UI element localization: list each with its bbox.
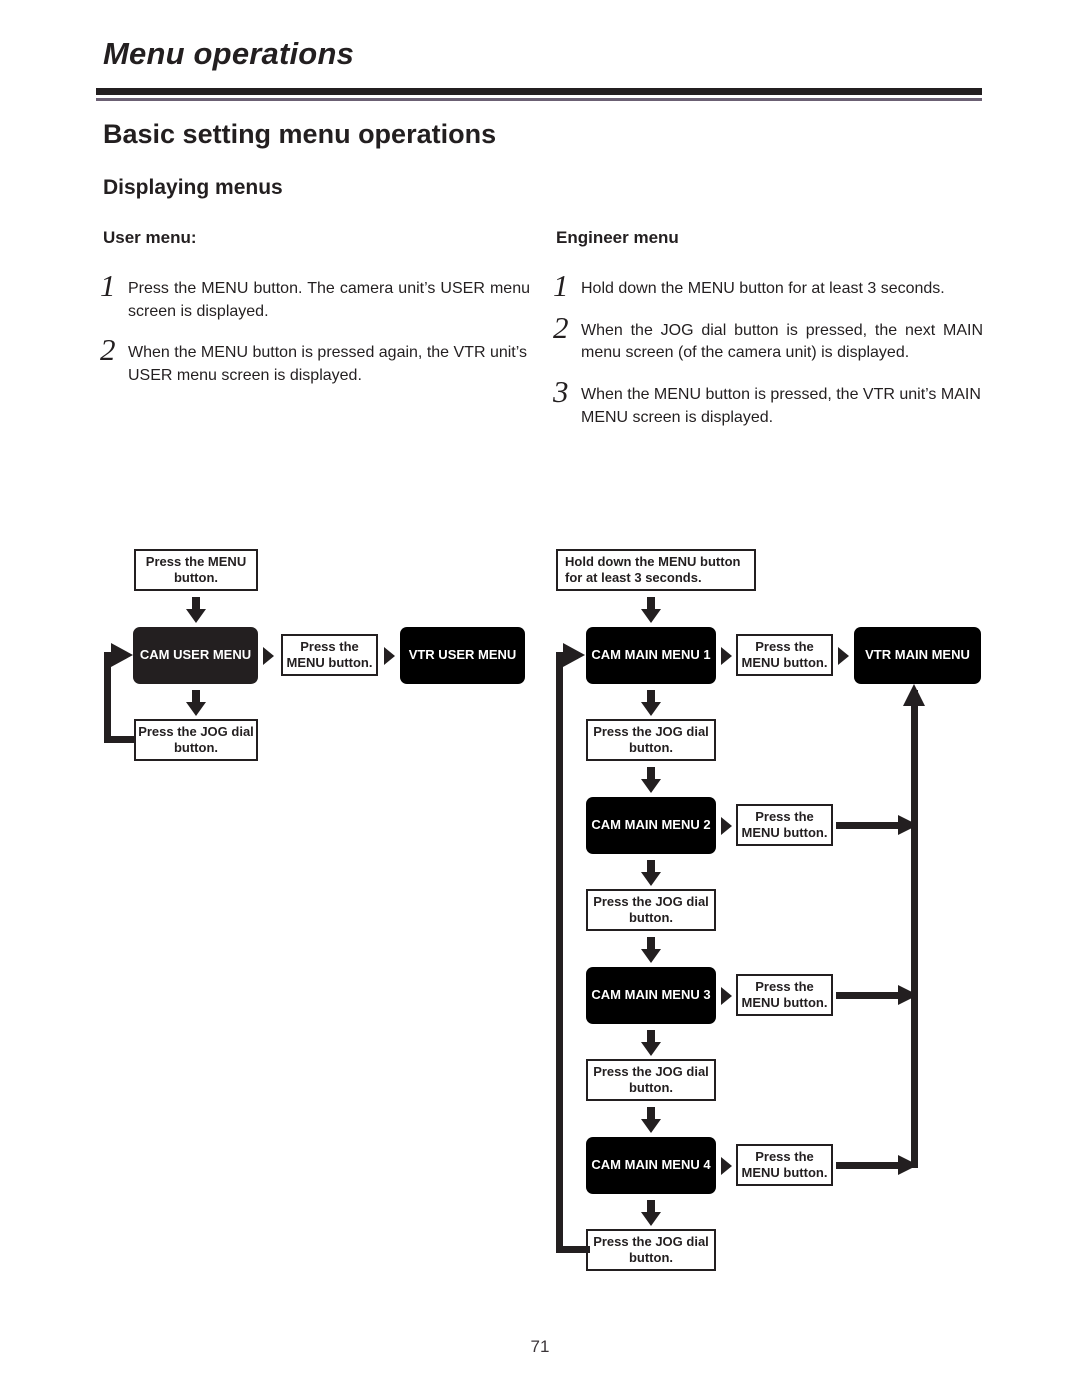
arrow-right-icon: [384, 647, 395, 665]
flow-node-cam-main-menu-1: CAM MAIN MENU 1: [586, 627, 716, 684]
sub-section-title: Displaying menus: [103, 176, 283, 199]
step-number: 2: [553, 309, 569, 345]
flow-node-press-menu-4: Press the MENU button.: [736, 1144, 833, 1186]
list-item: 1 Press the MENU button. The camera unit…: [100, 270, 530, 323]
flow-node-press-menu-3: Press the MENU button.: [736, 974, 833, 1016]
arrow-down-icon: [641, 690, 661, 716]
arrow-down-icon: [641, 1030, 661, 1056]
running-title: Menu operations: [103, 36, 355, 71]
flow-node-press-jog-2: Press the JOG dial button.: [586, 889, 716, 931]
flow-node-cam-main-menu-4: CAM MAIN MENU 4: [586, 1137, 716, 1194]
arrow-down-icon: [641, 1107, 661, 1133]
loop-arrowhead-icon: [563, 643, 585, 667]
step-text: Hold down the MENU button for at least 3…: [581, 280, 945, 297]
flow-node-press-menu-1: Press the MENU button.: [736, 634, 833, 676]
step-number: 3: [553, 374, 569, 410]
step-text: When the MENU button is pressed again, t…: [128, 344, 528, 385]
flow-node-cam-main-menu-3: CAM MAIN MENU 3: [586, 967, 716, 1024]
arrow-right-long-icon: [836, 815, 918, 835]
flow-node-press-jog-1: Press the JOG dial button.: [586, 719, 716, 761]
flow-node-press-jog-3: Press the JOG dial button.: [586, 1059, 716, 1101]
flow-node-press-jog-4: Press the JOG dial button.: [586, 1229, 716, 1271]
arrow-right-icon: [263, 647, 274, 665]
flow-node-press-jog-1: Press the JOG dial button.: [134, 719, 258, 761]
flow-node-cam-user-menu: CAM USER MENU: [133, 627, 258, 684]
arrow-down-icon: [641, 767, 661, 793]
flow-node-hold-menu-start: Hold down the MENU button for at least 3…: [556, 549, 756, 591]
header-rule-thick: [96, 88, 982, 95]
arrow-down-icon: [186, 690, 206, 716]
step-text: When the MENU button is pressed, the VTR…: [581, 386, 981, 426]
step-number: 1: [553, 268, 569, 303]
loop-segment-vertical: [104, 652, 111, 743]
list-item: 2 When the MENU button is pressed again,…: [100, 334, 530, 387]
arrow-down-icon: [641, 860, 661, 886]
header-rule: [96, 88, 982, 101]
arrow-right-icon: [721, 1157, 732, 1175]
step-number: 2: [100, 332, 116, 368]
section-title: Basic setting menu operations: [103, 119, 497, 149]
loop-arrowhead-icon: [111, 643, 133, 667]
arrow-right-icon: [721, 987, 732, 1005]
header-rule-thin: [96, 98, 982, 101]
arrow-right-long-icon: [836, 1155, 918, 1175]
list-item: 1 Hold down the MENU button for at least…: [553, 270, 983, 301]
arrow-down-icon: [641, 597, 661, 623]
flow-node-cam-main-menu-2: CAM MAIN MENU 2: [586, 797, 716, 854]
flow-node-vtr-main-menu: VTR MAIN MENU: [854, 627, 981, 684]
user-menu-heading: User menu:: [103, 228, 197, 247]
page-number: 71: [530, 1337, 550, 1356]
engineer-menu-steps: 1 Hold down the MENU button for at least…: [553, 270, 983, 449]
arrow-right-icon: [838, 647, 849, 665]
flow-node-press-menu-start: Press the MENU button.: [134, 549, 258, 591]
arrow-down-icon: [641, 937, 661, 963]
engineer-menu-heading: Engineer menu: [556, 228, 679, 247]
step-text: When the JOG dial button is pressed, the…: [581, 321, 983, 362]
user-menu-steps: 1 Press the MENU button. The camera unit…: [100, 270, 530, 407]
step-text: Press the MENU button. The camera unit’s…: [128, 280, 530, 320]
arrow-down-icon: [641, 1200, 661, 1226]
step-number: 1: [100, 268, 116, 303]
flow-node-press-menu-2: Press the MENU button.: [736, 804, 833, 846]
flow-node-press-menu-1: Press the MENU button.: [281, 634, 378, 676]
flow-node-vtr-user-menu: VTR USER MENU: [400, 627, 525, 684]
arrow-down-icon: [186, 597, 206, 623]
list-item: 2 When the JOG dial button is pressed, t…: [553, 312, 983, 365]
arrow-right-icon: [721, 817, 732, 835]
list-item: 3 When the MENU button is pressed, the V…: [553, 376, 983, 429]
arrow-right-long-icon: [836, 985, 918, 1005]
return-rail-vertical: [911, 690, 918, 1168]
arrow-right-icon: [721, 647, 732, 665]
loop-segment-vertical: [556, 652, 563, 1253]
